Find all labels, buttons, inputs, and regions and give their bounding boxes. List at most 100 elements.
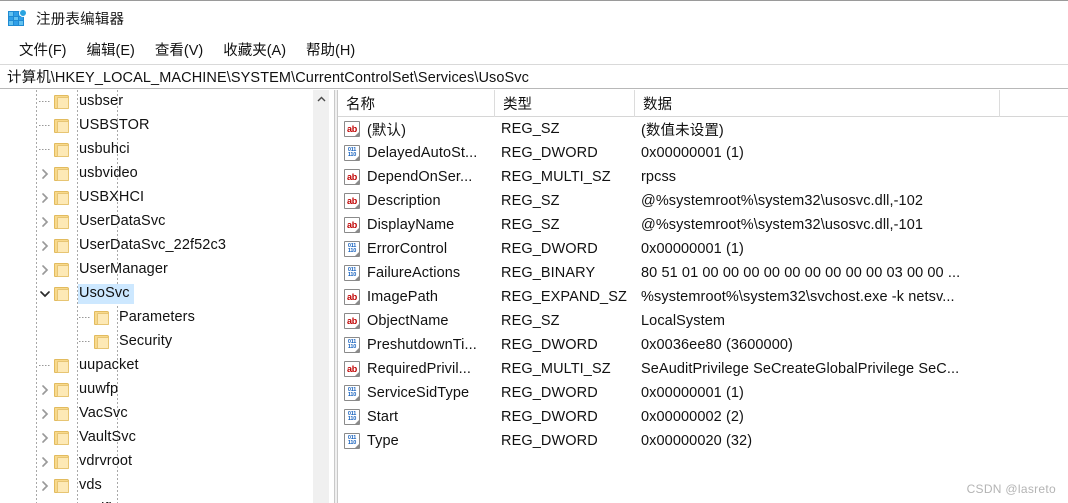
value-row[interactable]: ab RequiredPrivil... REG_MULTI_SZ SeAuditPr… xyxy=(338,357,1068,381)
value-name: (默认) xyxy=(367,122,407,139)
values-pane: 名称 类型 数据 ab (默认) REG_SZ (数值未设置) 011 110 Delaye… xyxy=(338,90,1068,503)
tree-item-userdatasvc-22f52c3[interactable]: UserDataSvc_22f52c3 xyxy=(0,234,312,258)
value-data: rpcss xyxy=(641,169,677,185)
tree-item-security[interactable]: Security xyxy=(0,330,312,354)
column-header-type[interactable]: 类型 xyxy=(495,90,635,117)
registry-tree[interactable]: usbser USBSTOR usbuhci usbvideo USBXHCI UserD… xyxy=(0,90,312,503)
folder-icon xyxy=(54,143,71,157)
chevron-right-icon[interactable] xyxy=(36,450,54,474)
registry-editor-window: 注册表编辑器 文件(F) 编辑(E) 查看(V) 收藏夹(A) 帮助(H) 计算… xyxy=(0,0,1068,503)
binary-value-icon: 011 110 xyxy=(344,265,360,281)
value-name: RequiredPrivil... xyxy=(367,361,472,377)
value-data: @%systemroot%\system32\usosvc.dll,-102 xyxy=(641,193,924,209)
tree-item-label: usbser xyxy=(79,93,124,109)
folder-icon xyxy=(54,95,71,109)
folder-icon xyxy=(54,383,71,397)
value-data: 0x00000001 (1) xyxy=(641,145,744,161)
value-row[interactable]: 011 110 DelayedAutoSt... REG_DWORD 0x0000000… xyxy=(338,141,1068,165)
column-header-name[interactable]: 名称 xyxy=(338,90,495,117)
menu-item-help[interactable]: 帮助(H) xyxy=(297,37,364,63)
value-row[interactable]: 011 110 Type REG_DWORD 0x00000020 (32) xyxy=(338,429,1068,453)
tree-item-label: vds xyxy=(79,477,102,493)
tree-item-uuwfp[interactable]: uuwfp xyxy=(0,378,312,402)
registry-editor-icon xyxy=(8,9,27,28)
value-name: Description xyxy=(367,193,441,209)
value-row[interactable]: ab ObjectName REG_SZ LocalSystem xyxy=(338,309,1068,333)
value-row[interactable]: 011 110 Start REG_DWORD 0x00000002 (2) xyxy=(338,405,1068,429)
chevron-up-icon[interactable] xyxy=(313,90,330,107)
value-row[interactable]: 011 110 PreshutdownTi... REG_DWORD 0x0036ee8… xyxy=(338,333,1068,357)
folder-icon xyxy=(54,359,71,373)
menu-item-view[interactable]: 查看(V) xyxy=(146,37,212,63)
binary-value-icon: 011 110 xyxy=(344,385,360,401)
menu-item-edit[interactable]: 编辑(E) xyxy=(78,37,144,63)
value-name: DependOnSer... xyxy=(367,169,473,185)
registry-tree-pane: usbser USBSTOR usbuhci usbvideo USBXHCI UserD… xyxy=(0,90,334,503)
chevron-right-icon[interactable] xyxy=(36,426,54,450)
value-row[interactable]: ab DisplayName REG_SZ @%systemroot%\system3… xyxy=(338,213,1068,237)
value-row[interactable]: ab DependOnSer... REG_MULTI_SZ rpcss xyxy=(338,165,1068,189)
tree-item-usbvideo[interactable]: usbvideo xyxy=(0,162,312,186)
menu-item-favorites[interactable]: 收藏夹(A) xyxy=(214,37,295,63)
chevron-right-icon[interactable] xyxy=(36,474,54,498)
address-bar[interactable]: 计算机\HKEY_LOCAL_MACHINE\SYSTEM\CurrentCon… xyxy=(0,64,1068,89)
tree-item-usbstor[interactable]: USBSTOR xyxy=(0,114,312,138)
tree-item-usermanager[interactable]: UserManager xyxy=(0,258,312,282)
value-data: 0x00000001 (1) xyxy=(641,385,744,401)
value-type: REG_SZ xyxy=(501,121,560,137)
value-row[interactable]: ab ImagePath REG_EXPAND_SZ %systemroot%\sys… xyxy=(338,285,1068,309)
value-type: REG_EXPAND_SZ xyxy=(501,289,627,305)
folder-icon xyxy=(54,455,71,469)
value-name: FailureActions xyxy=(367,265,461,281)
folder-icon xyxy=(94,335,111,349)
chevron-right-icon[interactable] xyxy=(36,162,54,186)
chevron-right-icon[interactable] xyxy=(36,378,54,402)
title-bar: 注册表编辑器 xyxy=(0,2,1068,35)
string-value-icon: ab xyxy=(344,313,360,329)
tree-item-usbuhci[interactable]: usbuhci xyxy=(0,138,312,162)
tree-item-vds[interactable]: vds xyxy=(0,474,312,498)
value-name: ImagePath xyxy=(367,289,439,305)
chevron-down-icon[interactable] xyxy=(36,282,54,306)
tree-item-usosvc[interactable]: UsoSvc xyxy=(0,282,312,306)
tree-item-vdrvroot[interactable]: vdrvroot xyxy=(0,450,312,474)
folder-icon xyxy=(94,311,111,325)
value-row[interactable]: ab (默认) REG_SZ (数值未设置) xyxy=(338,117,1068,141)
value-type: REG_MULTI_SZ xyxy=(501,361,611,377)
tree-item-parameters[interactable]: Parameters xyxy=(0,306,312,330)
column-header-data[interactable]: 数据 xyxy=(635,90,1000,117)
folder-icon xyxy=(54,287,71,301)
menu-item-file[interactable]: 文件(F) xyxy=(10,37,76,63)
chevron-right-icon[interactable] xyxy=(36,186,54,210)
string-value-icon: ab xyxy=(344,121,360,137)
tree-scrollbar[interactable] xyxy=(312,90,329,503)
tree-item-vaultsvc[interactable]: VaultSvc xyxy=(0,426,312,450)
value-name: PreshutdownTi... xyxy=(367,337,477,353)
value-row[interactable]: 011 110 ErrorControl REG_DWORD 0x00000001 (1… xyxy=(338,237,1068,261)
folder-icon xyxy=(54,239,71,253)
value-data: 0x00000020 (32) xyxy=(641,433,753,449)
tree-item-label: Security xyxy=(119,333,173,349)
tree-item-verifierext[interactable]: VerifierExt xyxy=(0,498,312,503)
value-type: REG_DWORD xyxy=(501,433,598,449)
chevron-right-icon[interactable] xyxy=(36,258,54,282)
chevron-right-icon[interactable] xyxy=(36,402,54,426)
tree-item-label: UserManager xyxy=(79,261,168,277)
tree-item-usbser[interactable]: usbser xyxy=(0,90,312,114)
value-name: DelayedAutoSt... xyxy=(367,145,478,161)
value-data: 0x00000002 (2) xyxy=(641,409,744,425)
chevron-right-icon[interactable] xyxy=(36,210,54,234)
value-data: (数值未设置) xyxy=(641,122,724,139)
binary-value-icon: 011 110 xyxy=(344,409,360,425)
value-row[interactable]: 011 110 FailureActions REG_BINARY 80 51 01 0… xyxy=(338,261,1068,285)
tree-item-userdatasvc[interactable]: UserDataSvc xyxy=(0,210,312,234)
value-row[interactable]: ab Description REG_SZ @%systemroot%\system3… xyxy=(338,189,1068,213)
value-row[interactable]: 011 110 ServiceSidType REG_DWORD 0x00000001 … xyxy=(338,381,1068,405)
chevron-right-icon[interactable] xyxy=(36,234,54,258)
value-name: DisplayName xyxy=(367,217,455,233)
tree-item-usbxhci[interactable]: USBXHCI xyxy=(0,186,312,210)
tree-item-uupacket[interactable]: uupacket xyxy=(0,354,312,378)
value-data: 0x0036ee80 (3600000) xyxy=(641,337,793,353)
values-list[interactable]: ab (默认) REG_SZ (数值未设置) 011 110 DelayedAutoSt..… xyxy=(338,117,1068,503)
tree-item-vacsvc[interactable]: VacSvc xyxy=(0,402,312,426)
